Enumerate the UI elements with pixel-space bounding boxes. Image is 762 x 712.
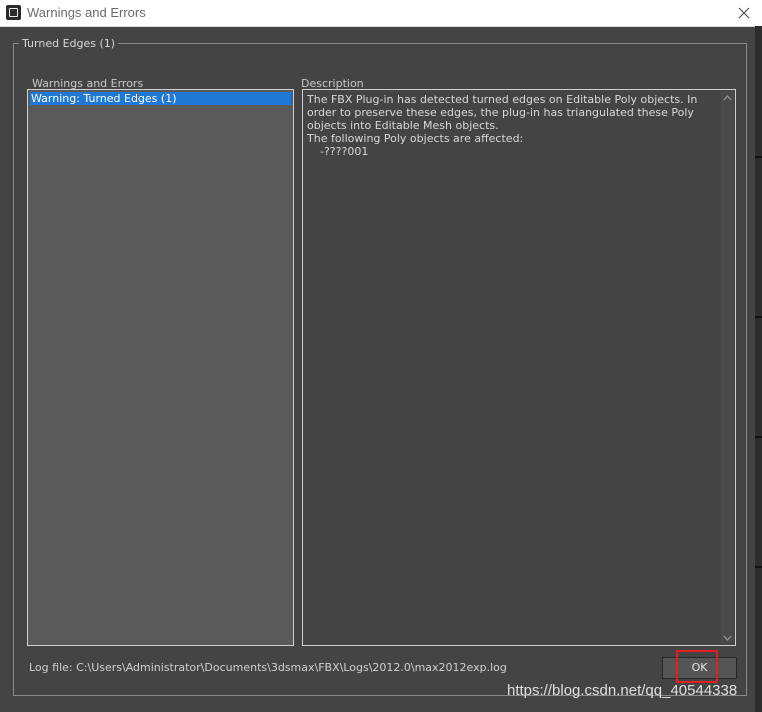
affected-object: -????001 — [320, 145, 369, 158]
warnings-list[interactable]: Warning: Turned Edges (1) — [27, 89, 294, 646]
app-icon — [6, 5, 21, 20]
description-text: The FBX Plug-in has detected turned edge… — [307, 93, 715, 158]
description-scrollbar[interactable] — [721, 91, 734, 644]
affected-heading: The following Poly objects are affected: — [307, 132, 524, 145]
list-item-turned-edges[interactable]: Warning: Turned Edges (1) — [30, 92, 291, 105]
log-file-path: Log file: C:\Users\Administrator\Documen… — [29, 661, 507, 674]
title-bar: Warnings and Errors — [0, 0, 762, 27]
scroll-down-icon[interactable] — [721, 631, 734, 644]
window-title: Warnings and Errors — [27, 5, 146, 20]
scroll-up-icon[interactable] — [721, 91, 734, 104]
background-window-edge — [755, 26, 762, 712]
group-legend: Turned Edges (1) — [19, 37, 119, 50]
annotation-highlight-box — [676, 650, 718, 683]
watermark: https://blog.csdn.net/qq_40544338 — [507, 682, 738, 699]
close-icon[interactable] — [735, 4, 753, 22]
description-paragraph: The FBX Plug-in has detected turned edge… — [307, 93, 698, 132]
description-panel[interactable]: The FBX Plug-in has detected turned edge… — [302, 89, 736, 646]
